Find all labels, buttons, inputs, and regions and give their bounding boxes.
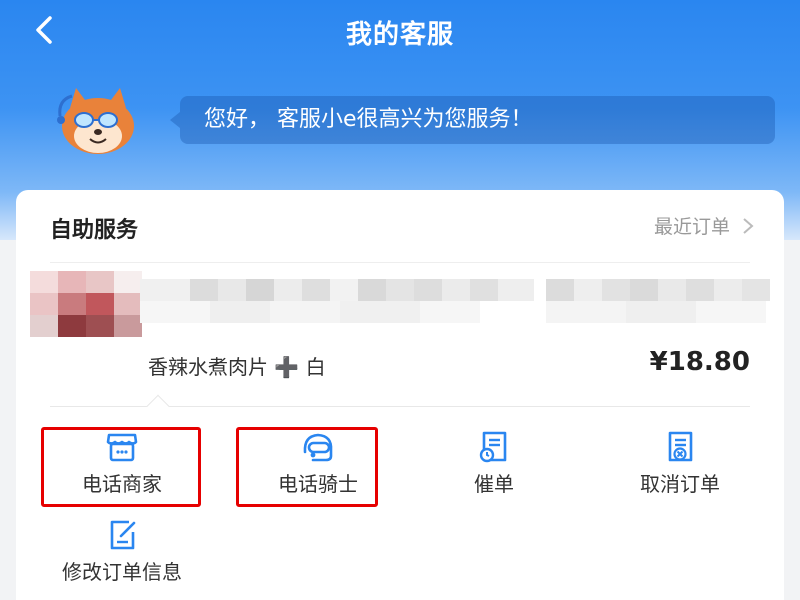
- cancel-document-icon: [668, 431, 693, 462]
- section-title: 自助服务: [50, 218, 139, 243]
- action-label: 取消订单: [640, 472, 720, 496]
- urge-order-button[interactable]: 催单: [414, 422, 574, 498]
- blurred-order-status: [546, 279, 770, 301]
- clock-document-icon: [479, 431, 507, 463]
- chevron-right-icon: [743, 217, 754, 234]
- self-service-card: 自助服务 最近订单 香辣水煮肉片 ➕ 白 ¥18.80 电话商家 电话骑士 催单…: [16, 190, 784, 600]
- greeting-message: 您好， 客服小e很高兴为您服务！: [204, 107, 533, 132]
- action-label: 催单: [474, 472, 514, 496]
- order-thumbnail: [30, 271, 142, 337]
- shiba-mascot-icon: [57, 88, 134, 154]
- nav-bar: 我的客服: [0, 0, 800, 64]
- bubble-tail: [170, 112, 180, 128]
- action-label: 电话商家: [82, 472, 162, 496]
- edit-document-icon: [110, 520, 136, 550]
- page-title: 我的客服: [345, 20, 454, 50]
- call-merchant-button[interactable]: 电话商家: [42, 422, 202, 498]
- recent-orders-label: 最近订单: [653, 216, 730, 238]
- modify-order-button[interactable]: 修改订单信息: [42, 510, 202, 586]
- action-label: 电话骑士: [278, 472, 358, 496]
- helmet-icon: [303, 433, 333, 462]
- order-item[interactable]: 香辣水煮肉片 ➕ 白 ¥18.80: [16, 263, 784, 407]
- dish-name: 香辣水煮肉片 ➕ 白: [148, 355, 326, 379]
- greeting-bubble: 您好， 客服小e很高兴为您服务！: [170, 96, 775, 144]
- action-label: 修改订单信息: [62, 560, 182, 584]
- blurred-merchant-name: [140, 279, 534, 301]
- store-icon: [106, 433, 138, 462]
- cancel-order-button[interactable]: 取消订单: [600, 422, 760, 498]
- call-rider-button[interactable]: 电话骑士: [238, 422, 398, 498]
- order-price: ¥18.80: [649, 347, 750, 377]
- recent-orders-link[interactable]: 最近订单: [654, 212, 754, 239]
